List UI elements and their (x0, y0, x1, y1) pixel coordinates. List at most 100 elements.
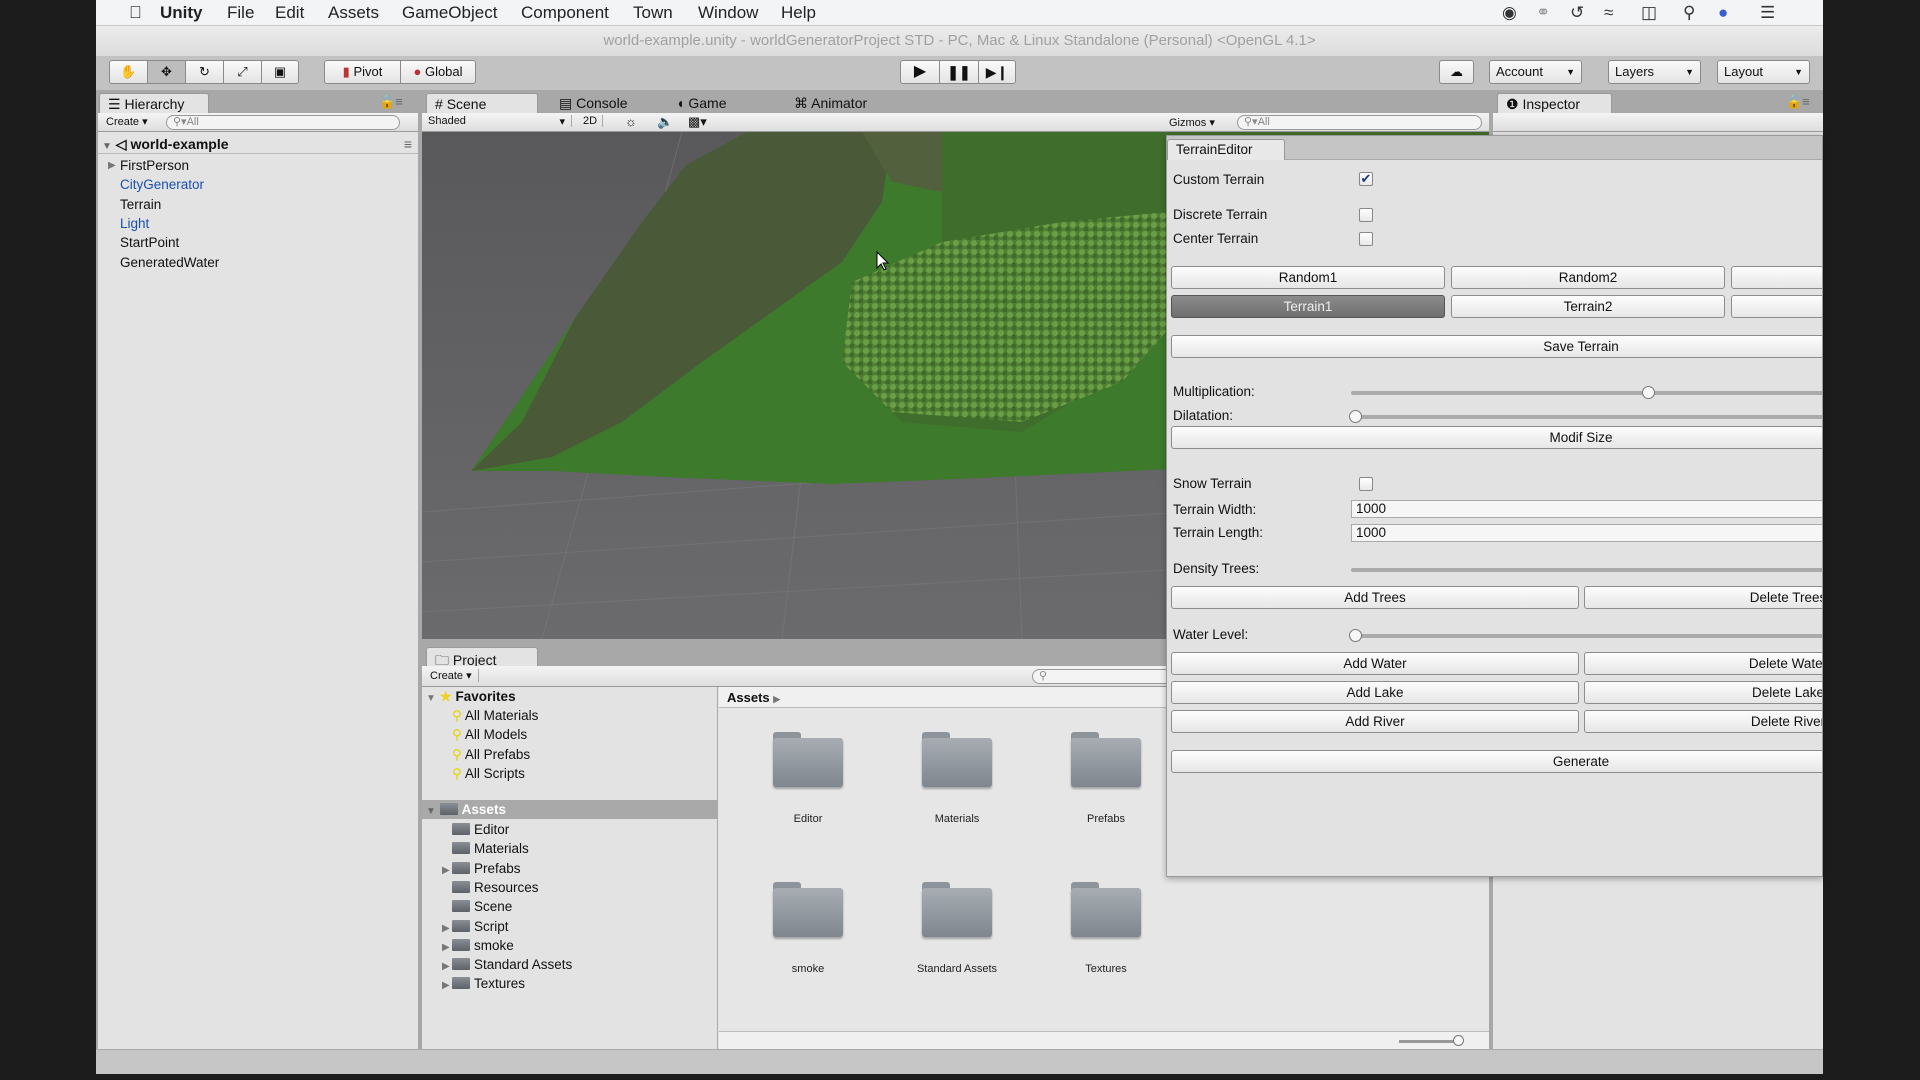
layers-dropdown[interactable]: Layers ▼ (1608, 60, 1701, 84)
hierarchy-item[interactable]: Light (110, 214, 149, 233)
layout-dropdown[interactable]: Layout ▼ (1717, 60, 1810, 84)
menu-edit[interactable]: Edit (275, 3, 304, 23)
slider-thumb[interactable] (1349, 629, 1362, 642)
menu-gameobject[interactable]: GameObject (402, 3, 497, 23)
asset-folder-item[interactable]: Resources (442, 878, 539, 897)
hierarchy-item[interactable]: GeneratedWater (110, 253, 219, 272)
step-button[interactable]: ▶❙ (979, 61, 1015, 83)
add-water-button[interactable]: Add Water (1171, 652, 1579, 675)
effects-image-icon[interactable]: ▩▾ (688, 114, 707, 130)
asset-grid-folder[interactable]: Editor (738, 732, 878, 825)
breadcrumb-assets[interactable]: Assets (727, 690, 770, 705)
pause-button[interactable]: ❚❚ (940, 61, 979, 83)
audio-toggle-icon[interactable]: 🔈 (657, 114, 673, 130)
tab-scene[interactable]: # Scene (426, 93, 538, 114)
asset-grid-folder[interactable]: Prefabs (1036, 732, 1176, 825)
tab-game[interactable]: ◖ Game (668, 93, 734, 114)
random2-button[interactable]: Random2 (1451, 266, 1725, 289)
siri-icon[interactable]: ● (1718, 3, 1728, 23)
notification-center-icon[interactable]: ☰ (1760, 3, 1775, 23)
tab-console[interactable]: ▤ Console (551, 93, 636, 114)
scene-root-row[interactable]: ▼ ◁ world-example ≡ (98, 134, 418, 154)
apple-icon[interactable]:  (129, 3, 142, 23)
wifi-icon[interactable]: ≈ (1604, 3, 1613, 23)
random3-button[interactable] (1731, 266, 1822, 289)
favorite-item[interactable]: ⚲ All Prefabs (452, 745, 530, 764)
asset-folder-item[interactable]: ▶ smoke (442, 936, 514, 955)
hierarchy-create-dropdown[interactable]: Create ▾ (106, 115, 148, 128)
battery-icon[interactable]: ◫ (1641, 3, 1657, 23)
scene-search-input[interactable]: ⚲▾All (1237, 115, 1482, 130)
terrain-length-input[interactable]: 1000 (1351, 524, 1822, 542)
hierarchy-search-input[interactable]: ⚲▾All (166, 115, 400, 130)
spotlight-search-icon[interactable]: ⚲ (1683, 3, 1695, 23)
assets-node[interactable]: ▼ Assets (422, 800, 717, 819)
menu-window[interactable]: Window (698, 3, 758, 23)
expand-arrow-icon[interactable]: ▶ (108, 156, 116, 175)
favorite-item[interactable]: ⚲ All Materials (452, 706, 538, 725)
menu-assets[interactable]: Assets (328, 3, 379, 23)
add-lake-button[interactable]: Add Lake (1171, 681, 1579, 704)
generate-button[interactable]: Generate (1171, 750, 1822, 773)
discrete-terrain-checkbox[interactable] (1359, 208, 1373, 222)
tab-inspector[interactable]: ❶ Inspector (1497, 93, 1612, 114)
hierarchy-item[interactable]: Terrain (110, 195, 161, 214)
save-terrain-button[interactable]: Save Terrain (1171, 335, 1822, 358)
asset-grid-folder[interactable]: Materials (887, 732, 1027, 825)
asset-folder-item[interactable]: ▶ Script (442, 917, 509, 936)
favorite-item[interactable]: ⚲ All Scripts (452, 764, 525, 783)
water-level-slider[interactable] (1349, 629, 1822, 642)
snow-terrain-checkbox[interactable] (1359, 477, 1373, 491)
asset-folder-item[interactable]: ▶ Standard Assets (442, 955, 572, 974)
hierarchy-item[interactable]: StartPoint (110, 233, 179, 252)
center-terrain-checkbox[interactable] (1359, 232, 1373, 246)
slider-thumb[interactable] (1642, 386, 1656, 399)
favorites-node[interactable]: ▼ ★ Favorites (426, 687, 516, 706)
scene-menu-icon[interactable]: ≡ (404, 134, 412, 154)
delete-river-button[interactable]: Delete River (1584, 710, 1822, 733)
gizmos-dropdown[interactable]: Gizmos ▾ (1169, 116, 1215, 129)
expand-arrow-icon[interactable]: ▶ (442, 976, 452, 995)
cloud-button[interactable]: ☁ (1439, 60, 1474, 84)
asset-folder-item[interactable]: Materials (442, 839, 529, 858)
hand-tool-icon[interactable]: ✋ (110, 61, 148, 83)
expand-arrow-icon[interactable]: ▶ (442, 861, 452, 880)
delete-lake-button[interactable]: Delete Lake (1584, 681, 1822, 704)
rect-tool-icon[interactable]: ▣ (262, 61, 298, 83)
tab-project[interactable]: 🗀 Project (426, 647, 538, 668)
global-button[interactable]: ● Global (401, 61, 475, 83)
lock-icon[interactable]: 🔒≡ (1786, 94, 1810, 110)
asset-folder-item[interactable]: Editor (442, 820, 509, 839)
terrain-width-input[interactable]: 1000 (1351, 500, 1822, 518)
slider-thumb[interactable] (1349, 410, 1362, 423)
menu-town[interactable]: Town (633, 3, 673, 23)
delete-trees-button[interactable]: Delete Trees (1584, 586, 1822, 609)
expand-arrow-icon[interactable]: ▶ (442, 957, 452, 976)
asset-folder-item[interactable]: ▶ Textures (442, 974, 525, 993)
terrain2-button[interactable]: Terrain2 (1451, 295, 1725, 318)
menu-component[interactable]: Component (521, 3, 609, 23)
record-icon[interactable]: ◉ (1502, 3, 1517, 23)
scale-tool-icon[interactable]: ⤢ (224, 61, 262, 83)
pivot-button[interactable]: ▮ Pivot (325, 61, 401, 83)
menu-help[interactable]: Help (781, 3, 816, 23)
dilatation-slider[interactable] (1349, 410, 1822, 423)
hierarchy-item[interactable]: CityGenerator (110, 175, 204, 194)
add-river-button[interactable]: Add River (1171, 710, 1579, 733)
menu-unity[interactable]: Unity (160, 3, 203, 23)
expand-arrow-icon[interactable]: ▶ (442, 938, 452, 957)
custom-terrain-checkbox[interactable]: ✔ (1359, 172, 1373, 186)
icon-size-slider[interactable] (1399, 1035, 1464, 1046)
move-tool-icon[interactable]: ✥ (148, 61, 186, 83)
density-trees-slider[interactable] (1351, 568, 1822, 572)
add-trees-button[interactable]: Add Trees (1171, 586, 1579, 609)
creative-cloud-icon[interactable]: ⚭ (1536, 3, 1550, 23)
tab-hierarchy[interactable]: ☰ Hierarchy (99, 93, 209, 114)
tab-animator[interactable]: ⌘ Animator (786, 93, 875, 114)
asset-folder-item[interactable]: Scene (442, 897, 512, 916)
2d-toggle[interactable]: 2D (583, 115, 604, 127)
rotate-tool-icon[interactable]: ↻ (186, 61, 224, 83)
slider-thumb[interactable] (1453, 1035, 1464, 1046)
asset-folder-item[interactable]: ▶ Prefabs (442, 859, 521, 878)
asset-grid-folder[interactable]: Textures (1036, 882, 1176, 975)
